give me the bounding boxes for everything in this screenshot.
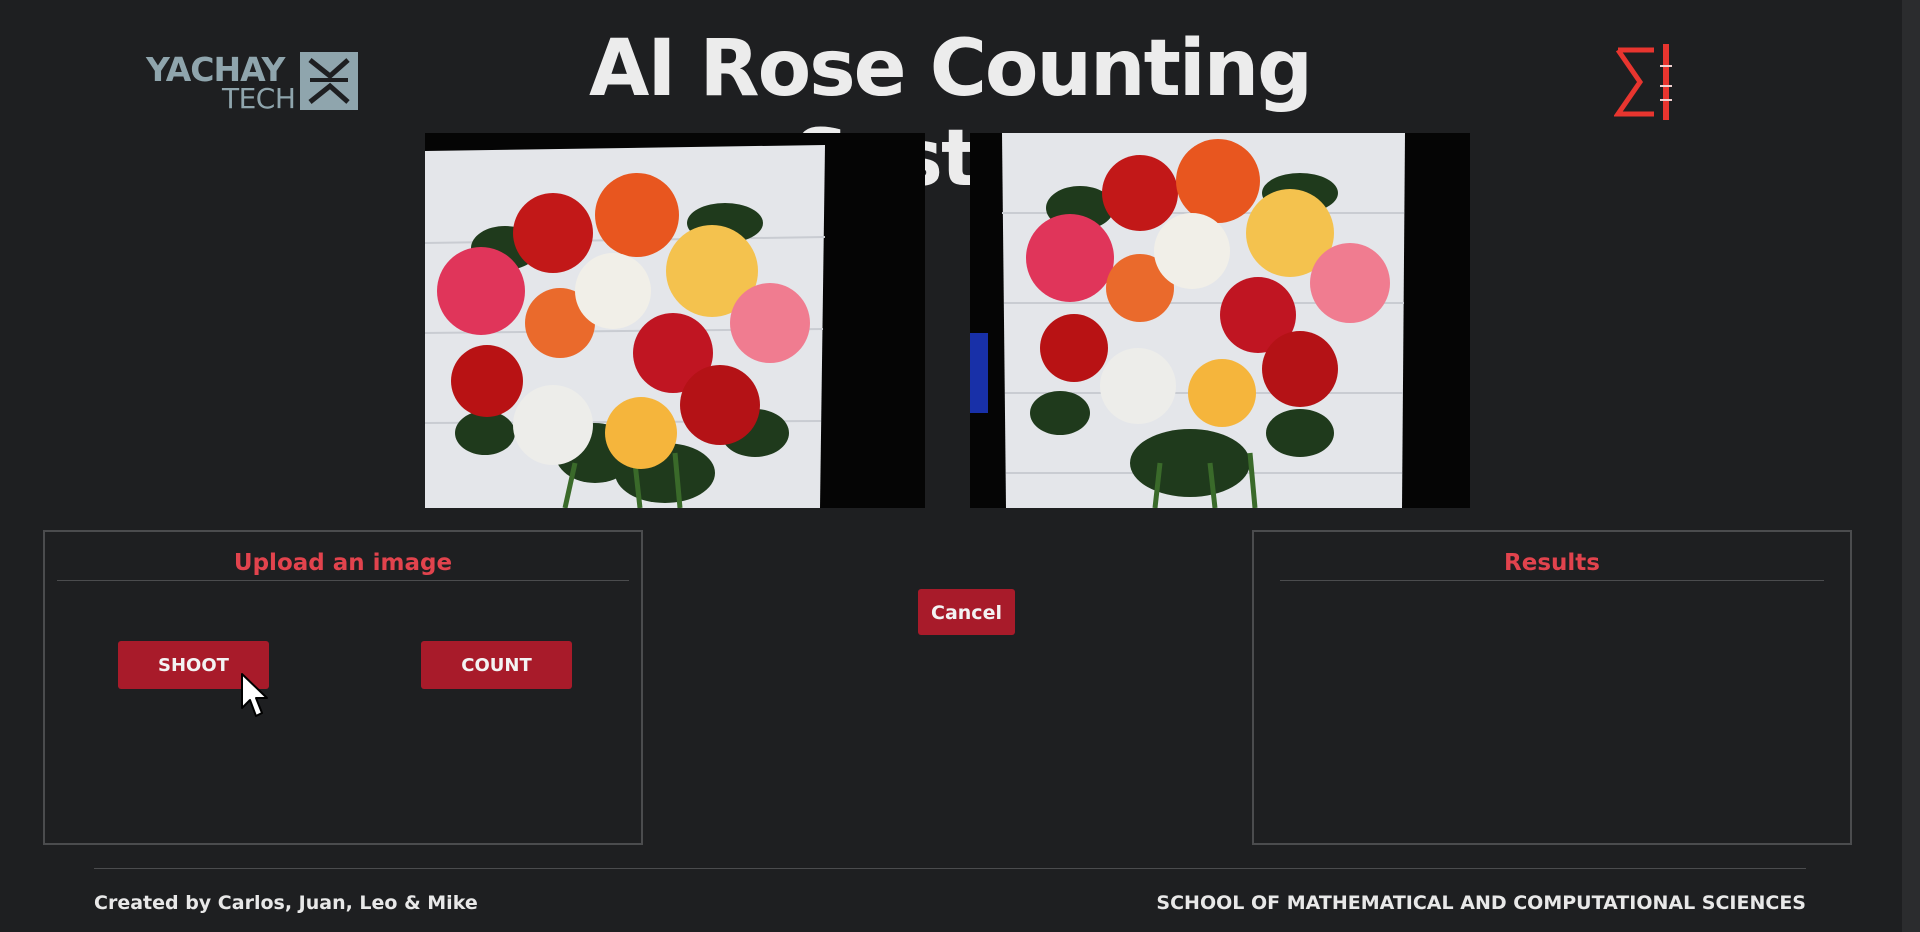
results-panel: Results [1252,530,1852,845]
cancel-button[interactable]: Cancel [918,589,1015,635]
results-panel-title: Results [1280,546,1824,581]
upload-panel: Upload an image SHOOT COUNT [43,530,643,845]
footer-divider [94,868,1806,869]
footer-credits: Created by Carlos, Juan, Leo & Mike [94,892,478,914]
yachay-mark-icon [300,52,358,110]
upload-panel-title: Upload an image [57,546,629,581]
page-footer: Created by Carlos, Juan, Leo & Mike SCHO… [0,866,1900,932]
footer-school-name: SCHOOL OF MATHEMATICAL AND COMPUTATIONAL… [1156,892,1806,914]
scrollbar-track[interactable] [1902,0,1920,932]
mouse-cursor-icon [240,672,270,720]
page-header: YACHAY TECH AI Rose Counting System [0,0,1900,204]
count-button[interactable]: COUNT [421,641,572,689]
yachay-tech-logo: YACHAY TECH [146,50,371,115]
camera-image-right [970,133,1470,508]
logo-line-tech: TECH [222,82,296,115]
camera-image-left [425,133,925,508]
sigma-logo-icon [1613,42,1676,122]
